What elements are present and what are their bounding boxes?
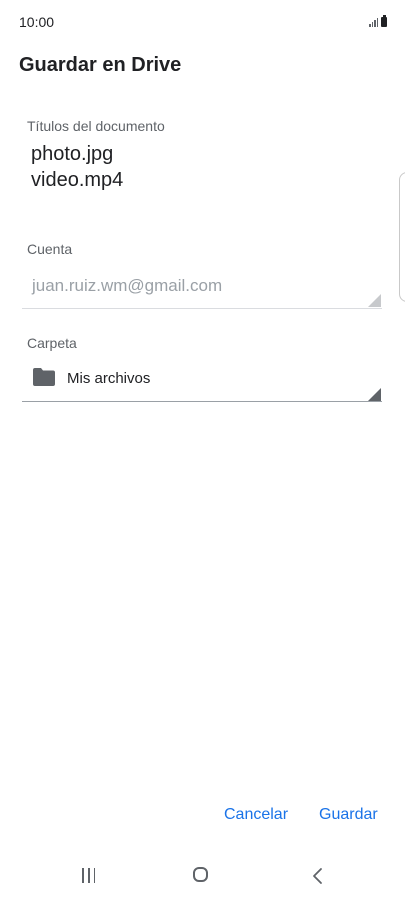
folder-selector[interactable]: Mis archivos: [22, 364, 382, 398]
navigation-bar: [0, 852, 405, 902]
document-titles-field[interactable]: photo.jpg video.mp4: [31, 141, 123, 193]
dialog-title: Guardar en Drive: [19, 54, 182, 76]
status-time: 10:00: [19, 14, 55, 30]
account-field[interactable]: juan.ruiz.wm@gmail.com: [32, 276, 222, 296]
status-icons: [369, 15, 387, 27]
document-title-item: video.mp4: [31, 169, 124, 191]
account-underline: [22, 308, 382, 309]
home-icon[interactable]: [193, 867, 208, 882]
account-label: Cuenta: [27, 241, 73, 257]
edge-panel-handle[interactable]: [399, 172, 405, 302]
dropdown-corner-icon: [368, 388, 381, 401]
folder-label: Carpeta: [27, 335, 77, 351]
battery-icon: [381, 15, 387, 27]
back-icon[interactable]: [310, 866, 326, 886]
dropdown-corner-icon: [368, 294, 381, 307]
recents-icon[interactable]: [82, 868, 96, 883]
document-title-item: photo.jpg: [31, 143, 114, 165]
document-titles-label: Títulos del documento: [27, 118, 165, 134]
save-button[interactable]: Guardar: [319, 806, 378, 824]
folder-value: Mis archivos: [67, 370, 151, 387]
status-bar: 10:00: [0, 0, 405, 44]
signal-icon: [369, 17, 378, 27]
cancel-button[interactable]: Cancelar: [224, 806, 288, 824]
folder-underline: [22, 401, 382, 402]
folder-icon: [33, 368, 55, 386]
